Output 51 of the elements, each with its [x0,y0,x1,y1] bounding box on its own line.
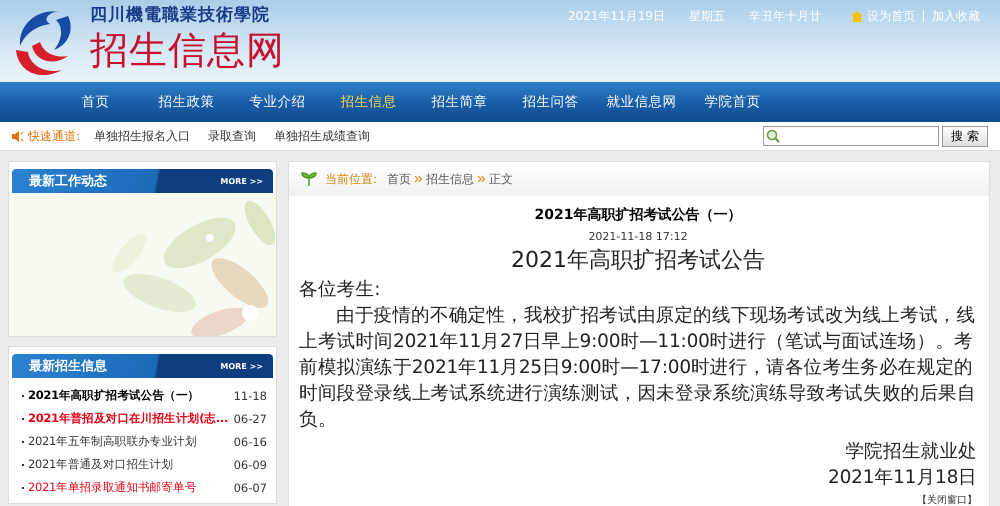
article-paragraph: 由于疫情的不确定性，我校扩招考试由原定的线下现场考试改为线上考试，线上考试时间2021年11月27日早上9:00时—11:00时进行（笔试与面试连场）。考前模拟演练于2021年11月25日9:00时—17:00时进行，请各位考生务必在规定的时间段登录线上考试系统进行演练测试，因未登录系统演练导致考试失败的后果自负。 [299,304,977,432]
nav-item[interactable]: 招生简章 [414,93,505,111]
speaker-icon [12,130,24,142]
news-link[interactable]: 2021年高职扩招考试公告（一） [28,388,234,403]
article-datetime: 2021-11-18 17:12 [587,230,689,243]
breadcrumb-link[interactable]: 正文 [489,170,514,188]
news-date: 06-27 [234,412,267,426]
article-title: 2021年高职扩招考试公告（一） [534,206,742,224]
close-window-link[interactable]: 【关闭窗口】 [917,495,977,506]
news-date: 11-18 [234,388,267,402]
quick-link[interactable]: 单独招生成绩查询 [274,128,370,144]
breadcrumb-link[interactable]: 招生信息 [426,170,474,188]
date-text: 2021年11月19日 [568,8,665,24]
nav-item[interactable]: 就业信息网 [596,93,687,111]
quick-label: 快速通道: [28,128,80,144]
news-date: 06-07 [234,480,267,494]
nav-item[interactable]: 首页 [50,93,141,111]
news-date: 06-09 [234,458,267,472]
news-date: 06-16 [234,434,267,448]
quick-link[interactable]: 录取查询 [208,128,256,144]
site-title: 招生信息网 [90,27,285,74]
chevron-icon [415,176,422,182]
news-link[interactable]: 2021年单招录取通知书邮寄单号 [28,480,234,495]
news-link[interactable]: 2021年五年制高职联办专业计划 [28,434,234,449]
school-name: 四川機電職業技術學院 [90,4,271,26]
nav-item[interactable]: 学院首页 [687,93,778,111]
search-field[interactable] [763,126,939,146]
more-link[interactable]: MORE >> [220,176,263,186]
weekday-text: 星期五 [689,8,725,24]
search-icon [766,129,780,143]
breadcrumb-label: 当前位置: [325,170,378,188]
nav-item[interactable]: 专业介绍 [232,93,323,111]
panel-title: 最新工作动态 [29,172,107,190]
sprout-icon [301,172,317,186]
nav-item[interactable]: 招生问答 [505,93,596,111]
search-button[interactable]: 搜 索 [942,126,988,146]
nav-item[interactable]: 招生信息 [323,93,414,111]
signature-text: 学院招生就业处 [844,440,977,464]
panel-title: 最新招生信息 [29,358,107,375]
breadcrumb-link[interactable]: 首页 [387,170,412,188]
chevron-icon [478,176,486,182]
lunar-date: 辛丑年十月廿 [749,8,821,24]
more-link[interactable]: MORE >> [220,362,263,370]
news-link[interactable]: 2021年普通及对口招生计划 [28,457,234,472]
news-link[interactable]: 2021年普招及对口在川招生计划(志... [28,411,234,426]
nav-item[interactable]: 招生政策 [141,93,232,111]
article-heading: 2021年高职扩招考试公告 [510,247,766,275]
home-icon [851,10,863,22]
greeting-text: 各位考生: [299,278,382,302]
quick-link[interactable]: 单独招生报名入口 [94,128,190,144]
signature-date: 2021年11月18日 [827,466,977,490]
